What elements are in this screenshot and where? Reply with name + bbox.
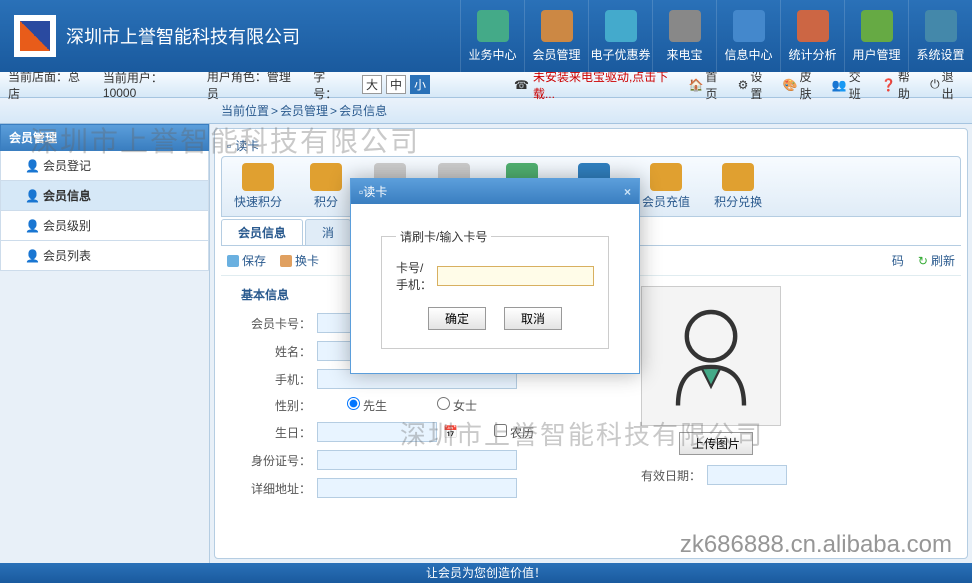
idcard-input[interactable] bbox=[317, 450, 517, 470]
topmenu-2[interactable]: 电子优惠券 bbox=[588, 0, 652, 72]
upload-photo-btn[interactable]: 上传图片 bbox=[679, 432, 753, 455]
font-small[interactable]: 小 bbox=[410, 75, 430, 94]
member-icon: 👤 bbox=[25, 249, 39, 263]
topmenu-3[interactable]: 来电宝 bbox=[652, 0, 716, 72]
phone-icon: ☎ bbox=[514, 78, 529, 92]
sidebar: 会员管理 👤会员登记👤会员信息👤会员级别👤会员列表 bbox=[0, 124, 210, 563]
password-btn[interactable]: 码 bbox=[892, 252, 904, 269]
topmenu-1[interactable]: 会员管理 bbox=[524, 0, 588, 72]
modal-titlebar: ▫ 读卡 × bbox=[351, 179, 639, 204]
sidebar-item-2[interactable]: 👤会员级别 bbox=[0, 211, 209, 241]
tab-0[interactable]: 会员信息 bbox=[221, 219, 303, 245]
topmenu-5[interactable]: 统计分析 bbox=[780, 0, 844, 72]
top-menu: 业务中心会员管理电子优惠券来电宝信息中心统计分析用户管理系统设置 bbox=[460, 0, 972, 72]
gender-female[interactable]: 女士 bbox=[407, 397, 477, 414]
statuslink-设置[interactable]: ⚙设置 bbox=[738, 68, 773, 102]
read-card-modal: ▫ 读卡 × 请刷卡/输入卡号 卡号/手机： 确定 取消 bbox=[350, 178, 640, 374]
topmenu-0[interactable]: 业务中心 bbox=[460, 0, 524, 72]
sidebar-header: 会员管理 bbox=[0, 124, 209, 151]
card-icon: ▫ bbox=[227, 139, 231, 153]
logo bbox=[14, 15, 56, 57]
modal-legend: 请刷卡/输入卡号 bbox=[396, 228, 491, 245]
sidebar-item-3[interactable]: 👤会员列表 bbox=[0, 241, 209, 271]
statuslink-退出[interactable]: ⏻退出 bbox=[930, 68, 964, 102]
tool-1[interactable]: 积分 bbox=[298, 161, 354, 212]
tab-1[interactable]: 消 bbox=[305, 219, 351, 245]
birth-input[interactable] bbox=[317, 422, 437, 442]
calendar-icon[interactable]: 📅 bbox=[443, 425, 458, 439]
phone-driver-msg[interactable]: 未安装来电宝驱动,点击下载... bbox=[533, 68, 685, 102]
footer: 让会员为您创造价值！ bbox=[0, 563, 972, 583]
save-btn[interactable]: 保存 bbox=[227, 252, 266, 269]
member-icon: 👤 bbox=[25, 219, 39, 233]
member-icon: 👤 bbox=[25, 189, 39, 203]
avatar-placeholder bbox=[641, 286, 781, 426]
statuslink-首页[interactable]: 🏠首页 bbox=[688, 68, 727, 102]
topmenu-6[interactable]: 用户管理 bbox=[844, 0, 908, 72]
tool-0[interactable]: 快速积分 bbox=[226, 161, 290, 212]
statuslink-帮助[interactable]: ❓帮助 bbox=[881, 68, 920, 102]
panel-title: ▫ 读卡 bbox=[221, 135, 961, 156]
statuslink-皮肤[interactable]: 🎨皮肤 bbox=[783, 68, 822, 102]
member-icon: 👤 bbox=[25, 159, 39, 173]
gender-male[interactable]: 先生 bbox=[317, 397, 387, 414]
font-mid[interactable]: 中 bbox=[386, 75, 406, 94]
sidebar-item-1[interactable]: 👤会员信息 bbox=[0, 181, 209, 211]
breadcrumb: 当前位置> 会员管理> 会员信息 bbox=[0, 98, 972, 124]
address-input[interactable] bbox=[317, 478, 517, 498]
topmenu-7[interactable]: 系统设置 bbox=[908, 0, 972, 72]
app-header: 深圳市上誉智能科技有限公司 业务中心会员管理电子优惠券来电宝信息中心统计分析用户… bbox=[0, 0, 972, 72]
card-number-input[interactable] bbox=[437, 266, 594, 286]
tool-7[interactable]: 积分兑换 bbox=[706, 161, 770, 212]
font-large[interactable]: 大 bbox=[362, 75, 382, 94]
topmenu-4[interactable]: 信息中心 bbox=[716, 0, 780, 72]
valid-date-input[interactable] bbox=[707, 465, 787, 485]
refresh-btn[interactable]: ↻刷新 bbox=[918, 252, 955, 269]
status-bar: 当前店面：总店 当前用户：10000 用户角色：管理员 字号： 大 中 小 ☎ … bbox=[0, 72, 972, 98]
modal-close-icon[interactable]: × bbox=[624, 185, 631, 199]
modal-cancel-btn[interactable]: 取消 bbox=[504, 307, 562, 330]
statuslink-交班[interactable]: 👥交班 bbox=[832, 68, 871, 102]
lunar-check[interactable]: 农历 bbox=[464, 424, 534, 441]
sidebar-item-0[interactable]: 👤会员登记 bbox=[0, 151, 209, 181]
swap-card-btn[interactable]: 换卡 bbox=[280, 252, 319, 269]
company-name: 深圳市上誉智能科技有限公司 bbox=[66, 23, 300, 49]
modal-ok-btn[interactable]: 确定 bbox=[428, 307, 486, 330]
status-links: 🏠首页 ⚙设置 🎨皮肤 👥交班 ❓帮助 ⏻退出 bbox=[688, 68, 964, 102]
avatar-section: 上传图片 有效日期： bbox=[641, 286, 791, 506]
tool-6[interactable]: 会员充值 bbox=[634, 161, 698, 212]
